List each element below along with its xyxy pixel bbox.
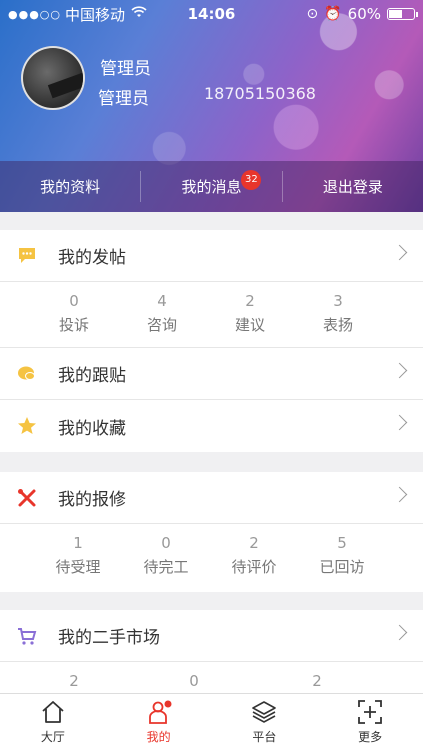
stat-value: 0 (161, 534, 171, 552)
tab-bar: 大厅 我的 平台 更多 (0, 693, 423, 750)
stat-label: 投诉 (58, 316, 89, 334)
stat-label: 建议 (234, 316, 265, 334)
my-market-row[interactable]: 我的二手市场 (0, 610, 423, 662)
market-stats: 2 0 2 (0, 662, 423, 694)
stat-pending-review[interactable]: 2 待评价 (210, 534, 298, 592)
my-favorites-row[interactable]: 我的收藏 (0, 400, 423, 452)
post-stats: 0 投诉 4 咨询 2 建议 3 表扬 (0, 282, 423, 348)
stat-value: 0 (69, 292, 79, 310)
repairs-section: 我的报修 1 待受理 0 待完工 2 待评价 5 已回访 (0, 472, 423, 592)
chat-bubble-icon (16, 245, 38, 267)
user-icon (146, 699, 172, 725)
alarm-icon: ⏰ (324, 6, 342, 22)
stat-value: 5 (337, 534, 347, 552)
battery-percent: 60% (347, 5, 381, 23)
stat-market-1[interactable]: 2 (14, 672, 134, 694)
stat-label: 已回访 (319, 558, 365, 576)
rotation-lock-icon: ⊙ (306, 6, 319, 22)
my-profile-button[interactable]: 我的资料 (0, 161, 140, 212)
layers-icon (251, 699, 277, 725)
stat-visited[interactable]: 5 已回访 (298, 534, 386, 592)
status-bar: ●●●○○ 中国移动 14:06 ⊙ ⏰ 60% (0, 0, 423, 28)
tab-label: 平台 (252, 730, 277, 744)
avatar[interactable] (21, 46, 85, 110)
stat-value: 0 (189, 672, 199, 690)
unread-badge: 32 (241, 170, 262, 190)
stat-market-2[interactable]: 0 (134, 672, 254, 694)
repair-stats: 1 待受理 0 待完工 2 待评价 5 已回访 (0, 524, 423, 592)
stat-value: 2 (312, 672, 322, 690)
tab-label: 我的 (146, 730, 171, 744)
my-profile-label: 我的资料 (40, 178, 101, 196)
stat-label: 咨询 (146, 316, 177, 334)
user-role: 管理员 (98, 89, 149, 109)
my-market-label: 我的二手市场 (58, 628, 160, 648)
chevron-right-icon (391, 362, 408, 379)
stat-label: 表扬 (322, 316, 353, 334)
stat-label: 待受理 (55, 558, 101, 576)
home-icon (40, 699, 66, 725)
wifi-icon (131, 6, 147, 22)
chevron-right-icon (391, 624, 408, 641)
tab-more[interactable]: 更多 (317, 694, 423, 750)
user-phone: 18705150368 (204, 84, 316, 103)
my-messages-label: 我的消息 (181, 178, 242, 196)
market-section: 我的二手市场 2 0 2 (0, 610, 423, 694)
signal-icon: ●●●○○ (8, 7, 61, 21)
stat-value: 3 (333, 292, 343, 310)
my-posts-row[interactable]: 我的发帖 (0, 230, 423, 282)
stat-value: 2 (245, 292, 255, 310)
stat-pending-complete[interactable]: 0 待完工 (122, 534, 210, 592)
star-icon (16, 415, 38, 437)
carrier-label: 中国移动 (65, 5, 126, 24)
stat-market-3[interactable]: 2 (254, 672, 380, 694)
stat-suggestion[interactable]: 2 建议 (206, 292, 294, 347)
chevron-right-icon (391, 244, 408, 261)
tab-label: 更多 (358, 730, 383, 744)
user-name: 管理员 (100, 59, 151, 79)
stat-value: 2 (69, 672, 79, 690)
tools-icon (16, 487, 38, 509)
chevron-right-icon (391, 486, 408, 503)
stat-praise[interactable]: 3 表扬 (294, 292, 382, 347)
stat-pending-accept[interactable]: 1 待受理 (34, 534, 122, 592)
my-replies-label: 我的跟贴 (58, 366, 126, 386)
header-action-bar: 我的资料 我的消息 32 退出登录 (0, 161, 423, 212)
posts-section: 我的发帖 0 投诉 4 咨询 2 建议 3 表扬 我的跟贴 我的收藏 (0, 230, 423, 452)
stat-label: 待评价 (231, 558, 277, 576)
my-messages-button[interactable]: 我的消息 32 (141, 161, 281, 212)
stat-value: 2 (249, 534, 259, 552)
cart-icon (16, 625, 38, 647)
my-posts-label: 我的发帖 (58, 248, 126, 268)
logout-label: 退出登录 (322, 178, 383, 196)
tab-mine[interactable]: 我的 (106, 694, 212, 750)
speech-bubbles-icon (16, 363, 38, 385)
stat-inquiry[interactable]: 4 咨询 (118, 292, 206, 347)
tab-label: 大厅 (40, 730, 65, 744)
stat-complaint[interactable]: 0 投诉 (30, 292, 118, 347)
my-favorites-label: 我的收藏 (58, 418, 126, 439)
my-repairs-row[interactable]: 我的报修 (0, 472, 423, 524)
stat-value: 1 (73, 534, 83, 552)
battery-icon (387, 8, 418, 20)
chevron-right-icon (391, 414, 408, 431)
my-replies-row[interactable]: 我的跟贴 (0, 348, 423, 400)
tab-platform[interactable]: 平台 (212, 694, 318, 750)
plus-square-icon (357, 699, 383, 725)
my-repairs-label: 我的报修 (58, 490, 126, 510)
profile-header: ●●●○○ 中国移动 14:06 ⊙ ⏰ 60% 管理员 管理员 1870515… (0, 0, 423, 212)
stat-value: 4 (157, 292, 167, 310)
tab-hall[interactable]: 大厅 (0, 694, 106, 750)
stat-label: 待完工 (143, 558, 189, 576)
logout-button[interactable]: 退出登录 (283, 161, 423, 212)
